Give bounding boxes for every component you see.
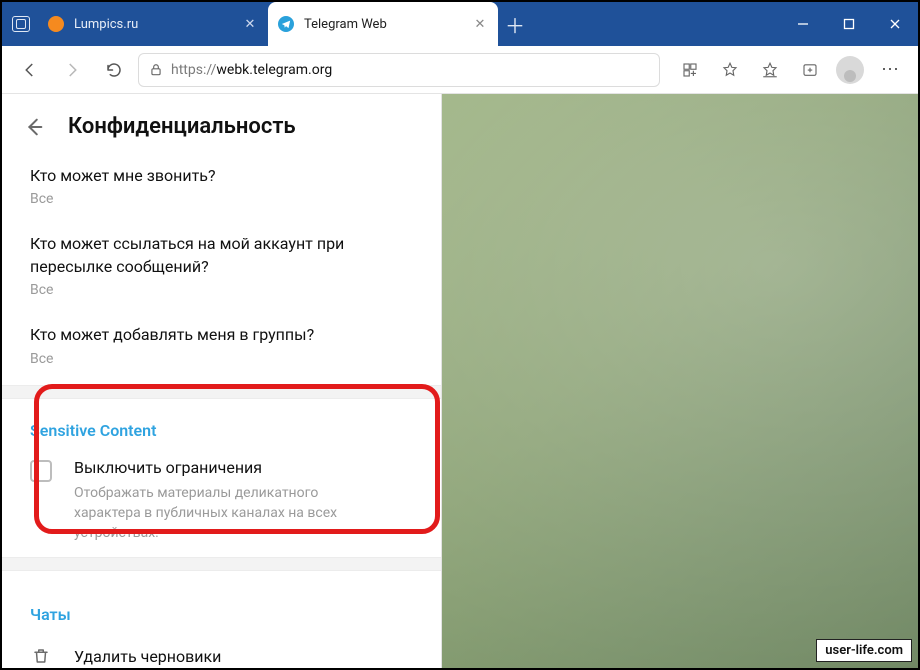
address-bar[interactable]: https://webk.telegram.org — [138, 53, 660, 87]
toggle-description: Отображать материалы деликатного характе… — [74, 483, 384, 544]
panel-back-button[interactable] — [22, 115, 46, 139]
setting-who-can-link[interactable]: Кто может ссылаться на мой аккаунт при п… — [26, 221, 417, 312]
close-window-button[interactable] — [872, 2, 918, 46]
tab-overview-icon[interactable] — [12, 16, 30, 32]
setting-value: Все — [30, 351, 417, 367]
tab-label: Lumpics.ru — [74, 17, 232, 32]
setting-label: Кто может добавлять меня в группы? — [30, 324, 417, 346]
checkbox-icon[interactable] — [30, 460, 52, 482]
chat-background — [442, 94, 918, 668]
toggle-label: Выключить ограничения — [74, 458, 384, 477]
url-text: https://webk.telegram.org — [171, 62, 332, 78]
tab-lumpics[interactable]: Lumpics.ru ✕ — [38, 2, 268, 46]
close-tab-icon[interactable]: ✕ — [472, 17, 488, 32]
favicon-icon — [48, 16, 64, 32]
minimize-button[interactable] — [780, 2, 826, 46]
setting-value: Все — [30, 282, 417, 298]
section-divider — [2, 385, 441, 399]
favorites-bar-icon[interactable] — [752, 52, 788, 88]
trash-icon — [30, 646, 52, 666]
refresh-button[interactable] — [96, 52, 132, 88]
page-title: Конфиденциальность — [68, 114, 296, 139]
tab-telegram-web[interactable]: Telegram Web ✕ — [268, 2, 498, 46]
setting-value: Все — [30, 191, 417, 207]
setting-who-can-add-groups[interactable]: Кто может добавлять меня в группы? Все — [26, 312, 417, 380]
close-tab-icon[interactable]: ✕ — [242, 17, 258, 32]
collections-icon[interactable] — [792, 52, 828, 88]
extensions-icon[interactable] — [672, 52, 708, 88]
favicon-icon — [278, 16, 294, 32]
section-sensitive-content: Sensitive Content — [26, 417, 417, 450]
lock-icon — [149, 63, 163, 77]
delete-drafts-label: Удалить черновики — [74, 647, 221, 666]
settings-panel: Конфиденциальность Кто может мне звонить… — [2, 94, 442, 668]
setting-label: Кто может ссылаться на мой аккаунт при п… — [30, 233, 417, 278]
browser-toolbar: https://webk.telegram.org ⋯ — [2, 46, 918, 94]
new-tab-button[interactable]: ＋ — [498, 2, 532, 46]
favorites-star-icon[interactable] — [712, 52, 748, 88]
maximize-button[interactable] — [826, 2, 872, 46]
back-button[interactable] — [12, 52, 48, 88]
setting-label: Кто может мне звонить? — [30, 165, 417, 187]
browser-titlebar: Lumpics.ru ✕ Telegram Web ✕ ＋ — [2, 2, 918, 46]
tab-label: Telegram Web — [304, 17, 462, 32]
setting-who-can-call[interactable]: Кто может мне звонить? Все — [26, 153, 417, 221]
forward-button[interactable] — [54, 52, 90, 88]
profile-avatar[interactable] — [832, 52, 868, 88]
menu-button[interactable]: ⋯ — [872, 52, 908, 88]
section-divider — [2, 557, 441, 571]
watermark: user-life.com — [816, 639, 912, 662]
section-chats: Чаты — [26, 589, 417, 636]
delete-drafts-button[interactable]: Удалить черновики — [26, 636, 417, 668]
window-controls — [780, 2, 918, 46]
disable-filtering-toggle[interactable]: Выключить ограничения Отображать материа… — [26, 450, 417, 554]
